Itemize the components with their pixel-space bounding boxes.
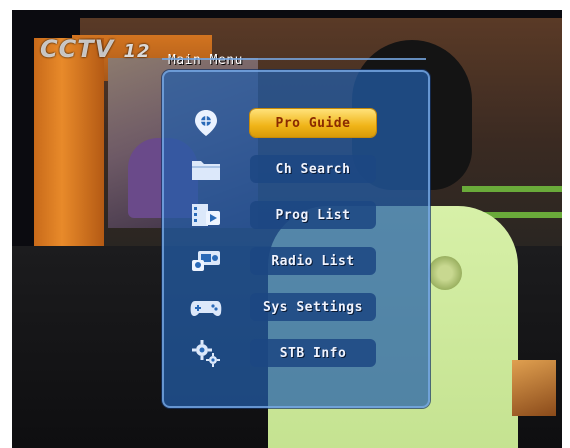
channel-logo-text: CCTV [40,35,115,63]
radio-list-button[interactable]: Radio List [250,247,376,275]
side-photo [512,360,556,416]
film-list-icon [186,200,226,230]
channel-logo-number: 12 [123,41,151,62]
radio-icon [186,246,226,276]
menu-item-ch-search[interactable]: Ch Search [186,152,416,186]
compass-icon [186,108,226,138]
decor-stripe [462,186,562,192]
sys-settings-button[interactable]: Sys Settings [250,293,376,321]
menu-item-stb-info[interactable]: STB Info [186,336,416,370]
menu-item-prog-list[interactable]: Prog List [186,198,416,232]
menu-item-sys-settings[interactable]: Sys Settings [186,290,416,324]
main-menu-panel: Pro Guide Ch Search Prog List Radio List… [162,58,430,408]
stb-info-button[interactable]: STB Info [250,339,376,367]
menu-item-radio-list[interactable]: Radio List [186,244,416,278]
pro-guide-button[interactable]: Pro Guide [250,109,376,137]
ch-search-button[interactable]: Ch Search [250,155,376,183]
presenter-brooch [428,256,462,290]
prog-list-button[interactable]: Prog List [250,201,376,229]
menu-item-pro-guide[interactable]: Pro Guide [186,106,416,140]
gamepad-icon [186,292,226,322]
gears-icon [186,338,226,368]
channel-logo: CCTV 12 [40,35,151,63]
folder-icon [186,154,226,184]
